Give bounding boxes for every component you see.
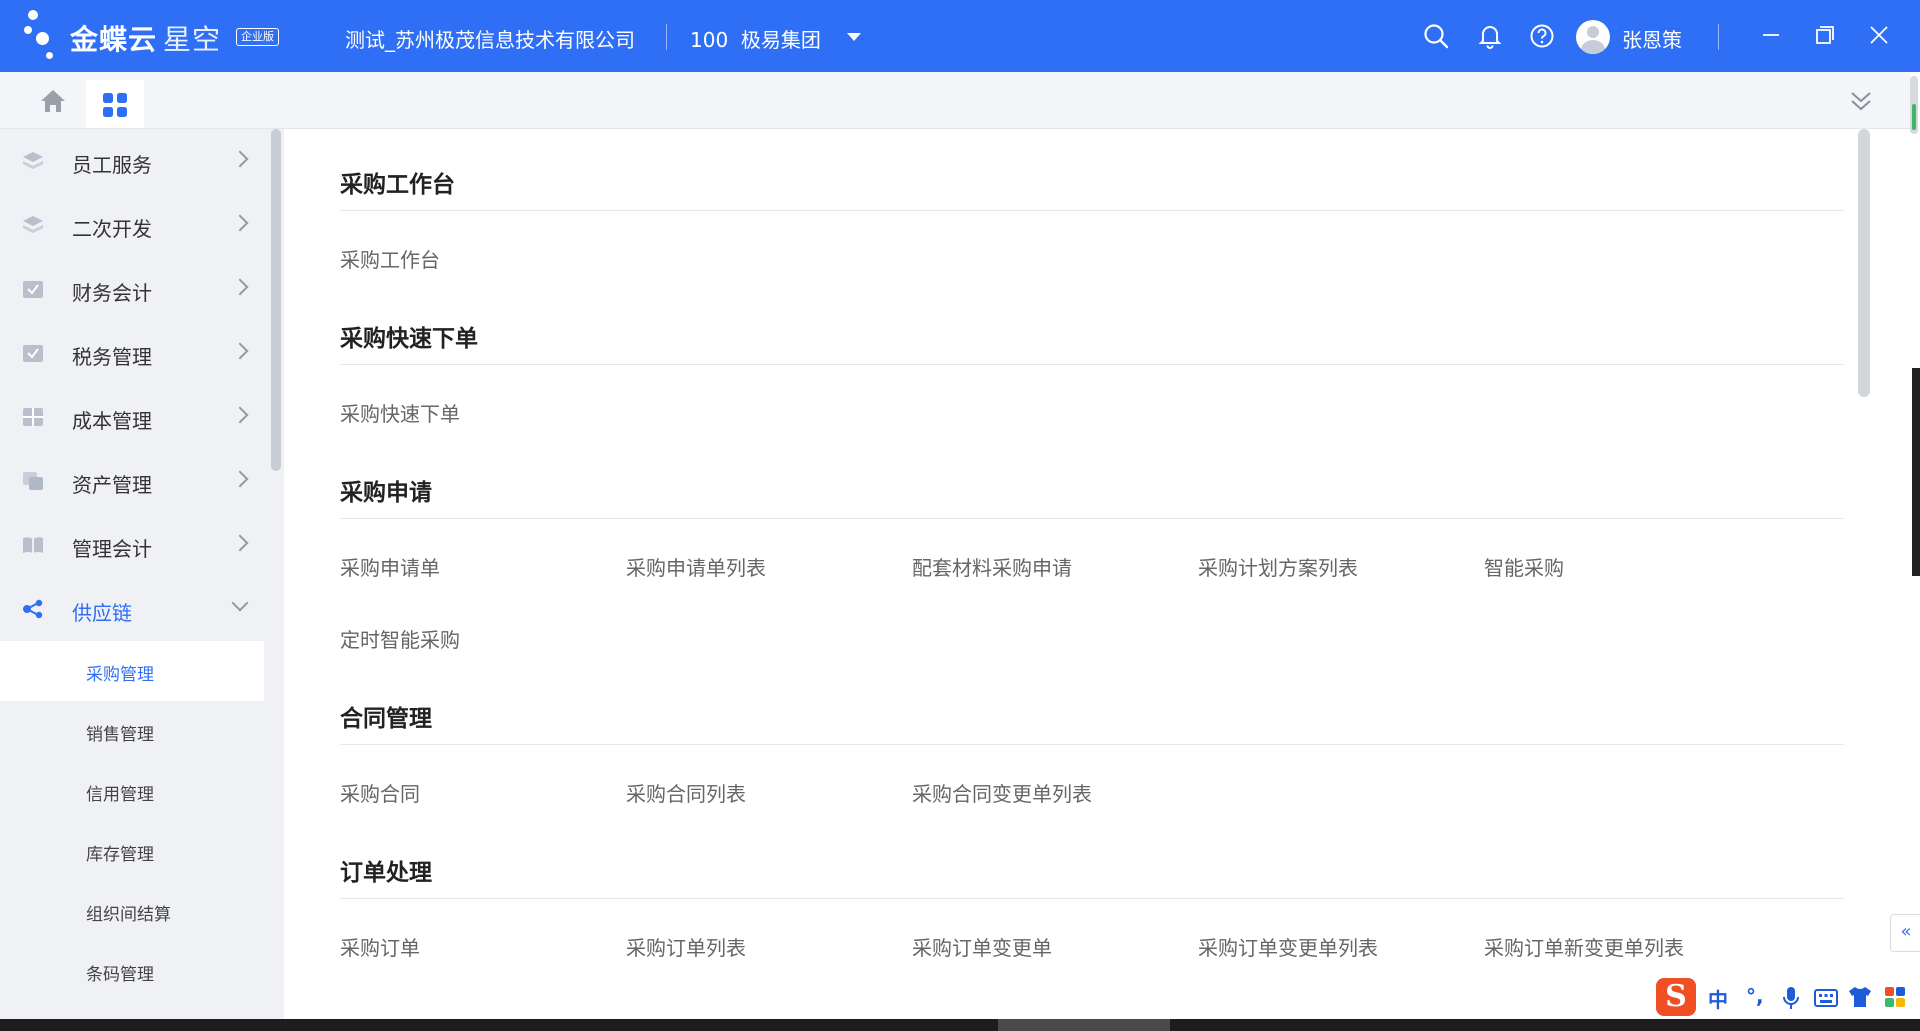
chevron-right-icon	[231, 470, 249, 488]
taskbar	[0, 1019, 1920, 1031]
menu-link[interactable]: 采购计划方案列表	[1198, 552, 1358, 581]
menu-link[interactable]: 采购申请单列表	[626, 552, 766, 581]
username[interactable]: 张恩策	[1622, 24, 1682, 53]
top-bar: 金蝶云 星空 企业版 测试_苏州极茂信息技术有限公司 100 极易集团 张恩策	[0, 0, 1920, 72]
menu-link[interactable]: 采购合同	[340, 778, 420, 807]
sidebar-subitem-credit[interactable]: 信用管理	[0, 761, 264, 821]
tab-apps[interactable]	[86, 80, 144, 128]
header-divider	[1718, 24, 1719, 50]
keyboard-icon[interactable]	[1814, 988, 1838, 1008]
chevron-right-icon	[231, 406, 249, 424]
company-name[interactable]: 测试_苏州极茂信息技术有限公司	[345, 24, 635, 53]
toolbox-grid-icon[interactable]	[1884, 986, 1906, 1008]
share-nodes-icon	[23, 599, 43, 619]
chevron-down-icon	[231, 594, 249, 612]
menu-link[interactable]: 采购订单	[340, 932, 420, 961]
ime-mode[interactable]: 中	[1708, 984, 1728, 1013]
menu-link[interactable]: 采购订单变更单	[912, 932, 1052, 961]
caret-down-icon[interactable]	[847, 33, 861, 41]
menu-link[interactable]: 采购申请单	[340, 552, 440, 581]
menu-link[interactable]: 采购合同列表	[626, 778, 746, 807]
sidebar-item-asset[interactable]: 资产管理	[0, 449, 268, 513]
chevron-right-icon	[231, 150, 249, 168]
logo-text: 金蝶云 星空	[70, 23, 222, 56]
sidebar-subitem-sales[interactable]: 销售管理	[0, 701, 264, 761]
sidebar-item-mgmt-accounting[interactable]: 管理会计	[0, 513, 268, 577]
section-title: 采购申请	[340, 480, 432, 506]
section-title: 订单处理	[340, 860, 432, 886]
help-icon[interactable]	[1528, 22, 1556, 50]
sidebar-item-tax[interactable]: 税务管理	[0, 321, 268, 385]
menu-link[interactable]: 采购订单变更单列表	[1198, 932, 1378, 961]
asset-icon	[23, 472, 43, 490]
menu-link[interactable]: 采购订单列表	[626, 932, 746, 961]
menu-link[interactable]: 采购合同变更单列表	[912, 778, 1092, 807]
sidebar-item-finance[interactable]: 财务会计	[0, 257, 268, 321]
menu-link[interactable]: 定时智能采购	[340, 624, 460, 653]
close-icon[interactable]	[1864, 20, 1894, 50]
sidebar-subitem-purchase[interactable]: 采购管理	[0, 641, 264, 701]
home-icon[interactable]	[38, 88, 68, 114]
sidebar-item-supply-chain[interactable]: 供应链	[0, 577, 268, 641]
layers-icon	[23, 216, 43, 233]
header-divider	[666, 24, 667, 50]
chevron-right-icon	[231, 278, 249, 296]
main-scroll-thumb[interactable]	[1858, 129, 1870, 397]
section-divider	[340, 364, 1844, 365]
section-title: 采购快速下单	[340, 326, 478, 352]
section-title: 采购工作台	[340, 172, 455, 198]
menu-link[interactable]: 采购快速下单	[340, 398, 460, 427]
sidebar-subitem-inventory[interactable]: 库存管理	[0, 821, 264, 881]
search-icon[interactable]	[1422, 22, 1450, 50]
sidebar-item-employee-service[interactable]: 员工服务	[0, 129, 268, 193]
avatar[interactable]	[1576, 20, 1610, 54]
menu-link[interactable]: 配套材料采购申请	[912, 552, 1072, 581]
menu-link[interactable]: 采购工作台	[340, 244, 440, 273]
sidebar-scroll-thumb[interactable]	[271, 129, 281, 471]
chevron-right-icon	[231, 342, 249, 360]
edge-panel	[1912, 368, 1920, 576]
section-divider	[340, 898, 1844, 899]
sidebar-subitem-settlement[interactable]: 组织间结算	[0, 881, 264, 941]
ime-toolbar[interactable]: S 中 °,	[1650, 976, 1920, 1018]
skin-shirt-icon[interactable]	[1848, 986, 1872, 1008]
section-title: 合同管理	[340, 706, 432, 732]
bell-icon[interactable]	[1476, 22, 1504, 50]
sidebar-item-secondary-dev[interactable]: 二次开发	[0, 193, 268, 257]
main-panel: 采购工作台 采购工作台 采购快速下单 采购快速下单 采购申请 采购申请单 采购申…	[286, 129, 1858, 1019]
section-divider	[340, 210, 1844, 211]
minimize-icon[interactable]	[1756, 20, 1786, 50]
restore-icon[interactable]	[1810, 20, 1840, 50]
section-divider	[340, 518, 1844, 519]
edition-badge: 企业版	[236, 28, 279, 46]
tab-bar	[0, 72, 1910, 129]
ime-punct[interactable]: °,	[1746, 984, 1764, 1008]
app-logo[interactable]: 金蝶云 星空 企业版	[24, 6, 294, 66]
double-chevron-left-icon[interactable]: «	[1890, 914, 1920, 952]
checklist-icon	[23, 345, 43, 362]
org-selector[interactable]: 100 极易集团	[690, 24, 821, 53]
checklist-icon	[23, 281, 43, 298]
window-scroll-indicator[interactable]	[1910, 76, 1918, 134]
sidebar: 员工服务 二次开发 财务会计 税务管理 成本管理 资产管理 管理会计 供应链 采…	[0, 129, 268, 1019]
menu-link[interactable]: 智能采购	[1484, 552, 1564, 581]
sidebar-subitem-barcode[interactable]: 条码管理	[0, 941, 264, 1001]
microphone-icon[interactable]	[1782, 986, 1800, 1010]
apps-grid-icon	[103, 93, 127, 117]
ime-logo-icon[interactable]: S	[1656, 978, 1696, 1016]
double-chevron-down-icon[interactable]	[1848, 88, 1874, 114]
book-icon	[23, 537, 43, 553]
chevron-right-icon	[231, 534, 249, 552]
section-divider	[340, 744, 1844, 745]
sidebar-scrollbar[interactable]	[268, 129, 284, 1019]
sidebar-item-cost[interactable]: 成本管理	[0, 385, 268, 449]
layers-icon	[23, 152, 43, 169]
grid-icon	[23, 408, 43, 426]
menu-link[interactable]: 采购订单新变更单列表	[1484, 932, 1684, 961]
chevron-right-icon	[231, 214, 249, 232]
taskbar-item[interactable]	[998, 1019, 1170, 1031]
